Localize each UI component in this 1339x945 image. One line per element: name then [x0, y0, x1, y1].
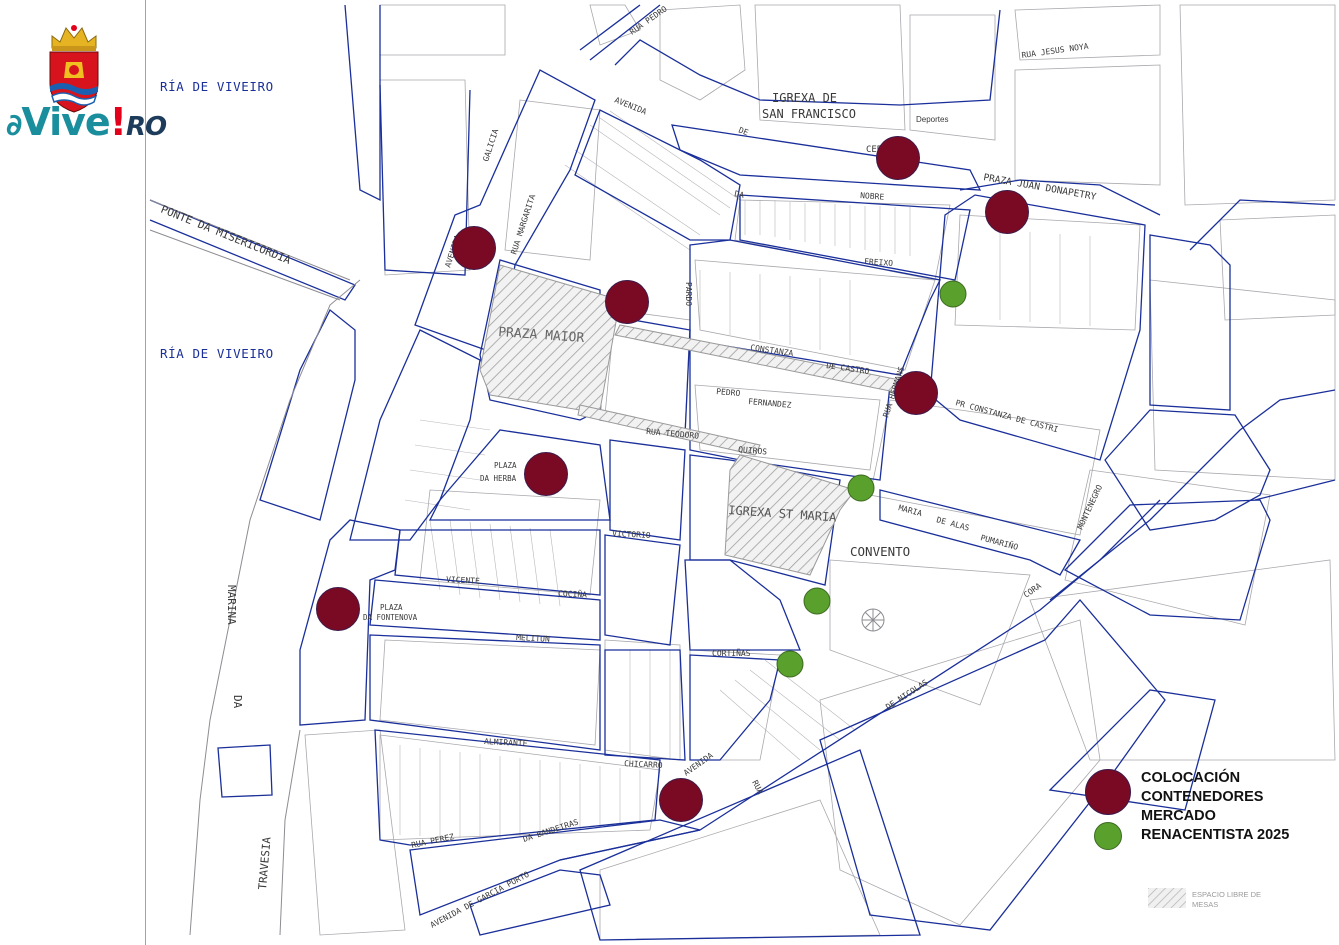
hatch-legend-line-2: MESAS [1192, 900, 1219, 909]
legend-line-2: CONTENEDORES [1141, 789, 1264, 805]
green-marker-2[interactable] [847, 474, 875, 502]
brand-mark: ! [109, 100, 127, 144]
container-marker-5[interactable] [894, 371, 938, 415]
green-marker-4[interactable] [776, 650, 804, 678]
maria-label: MARIA [897, 503, 923, 518]
legend: COLOCACIÓN CONTENEDORES MERCADO RENACENT… [1085, 765, 1325, 855]
hatch-legend-line-1: ESPACIO LIBRE DE [1192, 890, 1262, 899]
cocina-label: COCIÑA [558, 588, 588, 600]
rua-margarita-label: RUA MARGARITA [509, 193, 537, 256]
container-marker-8[interactable] [659, 778, 703, 822]
avenida-garcia-label: AVENIDA DE GARCIA PORTO [429, 870, 531, 930]
montenegro-label: MONTENEGRO [1076, 483, 1105, 531]
container-marker-3[interactable] [452, 226, 496, 270]
brand-name: Vive [21, 100, 110, 144]
ria-label-mid: RÍA DE VIVEIRO [160, 346, 274, 361]
chicarro-label: CHICARRO [624, 759, 663, 770]
convento-cloister [861, 608, 885, 632]
container-marker-6[interactable] [524, 452, 568, 496]
nobre-label: NOBRE [860, 191, 885, 202]
green-marker-3[interactable] [803, 587, 831, 615]
container-marker-4[interactable] [605, 280, 649, 324]
legend-line-3: MERCADO [1141, 808, 1216, 824]
container-markers [316, 136, 1029, 822]
cortinas-label: CORTIÑAS [712, 648, 751, 658]
pardo-label: PARDO [684, 282, 693, 306]
avenida-galicia-label-2: GALICIA [481, 128, 500, 163]
plaza-herba-label-1: PLAZA [494, 461, 517, 470]
pr-constanza-label: PR CONSTANZA DE CASTRI [954, 398, 1059, 434]
cora-label: CORA [1022, 581, 1043, 600]
hatch-legend: ESPACIO LIBRE DE MESAS [1148, 888, 1261, 915]
logo-panel: ∂Vive!RO [0, 0, 167, 945]
marina-edges [149, 199, 361, 936]
avenida-label: AVENIDA [613, 96, 648, 117]
plaza-herba-label-2: DA HERBA [480, 474, 517, 483]
avenida-south-label: AVENIDA [682, 751, 715, 778]
almirante-label: ALMIRANTE [484, 737, 528, 748]
brand-swirl: ∂ [6, 108, 22, 143]
brand-logo: ∂Vive!RO [6, 100, 167, 144]
street-labels: PONTE DA MISERICORDIA IGREXA DE SAN FRAN… [159, 4, 1104, 929]
igrexa-sf-label-1: IGREXA DE [772, 91, 837, 105]
vicente-label: VICENTE [446, 575, 480, 586]
green-marker-1[interactable] [939, 280, 967, 308]
convento-label: CONVENTO [850, 544, 910, 559]
marina-label-1: MARINA [225, 585, 238, 625]
legend-line-4: RENACENTISTA 2025 [1141, 827, 1290, 843]
de-alas-label: DE ALAS [935, 515, 970, 532]
igrexa-sf-label-2: SAN FRANCISCO [762, 107, 856, 121]
melitun-label: MELITUN [516, 633, 550, 644]
deportes-label: Deportes [916, 115, 948, 124]
plaza-font-label-2: DA FONTENOVA [363, 613, 418, 622]
rua-south-label: RUA [750, 779, 765, 796]
legend-green-swatch [1094, 822, 1122, 850]
container-marker-7[interactable] [316, 587, 360, 631]
victorio-label: VICTORIO [612, 529, 651, 540]
container-marker-1[interactable] [876, 136, 920, 180]
legend-container-swatch [1085, 769, 1131, 815]
ponte-label: PONTE DA MISERICORDIA [159, 203, 293, 267]
rua-jesus-label: RUA JESUS NOYA [1021, 42, 1089, 60]
constanza-street-hatch [614, 324, 901, 393]
hatch-swatch [1148, 888, 1186, 908]
fernandez-label: FERNANDEZ [748, 397, 792, 410]
ria-label-top: RÍA DE VIVEIRO [160, 79, 274, 94]
da-label: DA [734, 189, 745, 200]
legend-line-1: COLOCACIÓN [1141, 770, 1241, 786]
travesia-label: TRAVESIA [256, 836, 274, 890]
rua-teodoro-label: RUA TEODORO [646, 427, 700, 441]
container-marker-2[interactable] [985, 190, 1029, 234]
plaza-font-label-1: PLAZA [380, 603, 403, 612]
pedro-label: PEDRO [716, 387, 741, 398]
marina-label-2: DA [231, 695, 244, 709]
pumarino-label: PUMARIÑO [979, 532, 1019, 552]
